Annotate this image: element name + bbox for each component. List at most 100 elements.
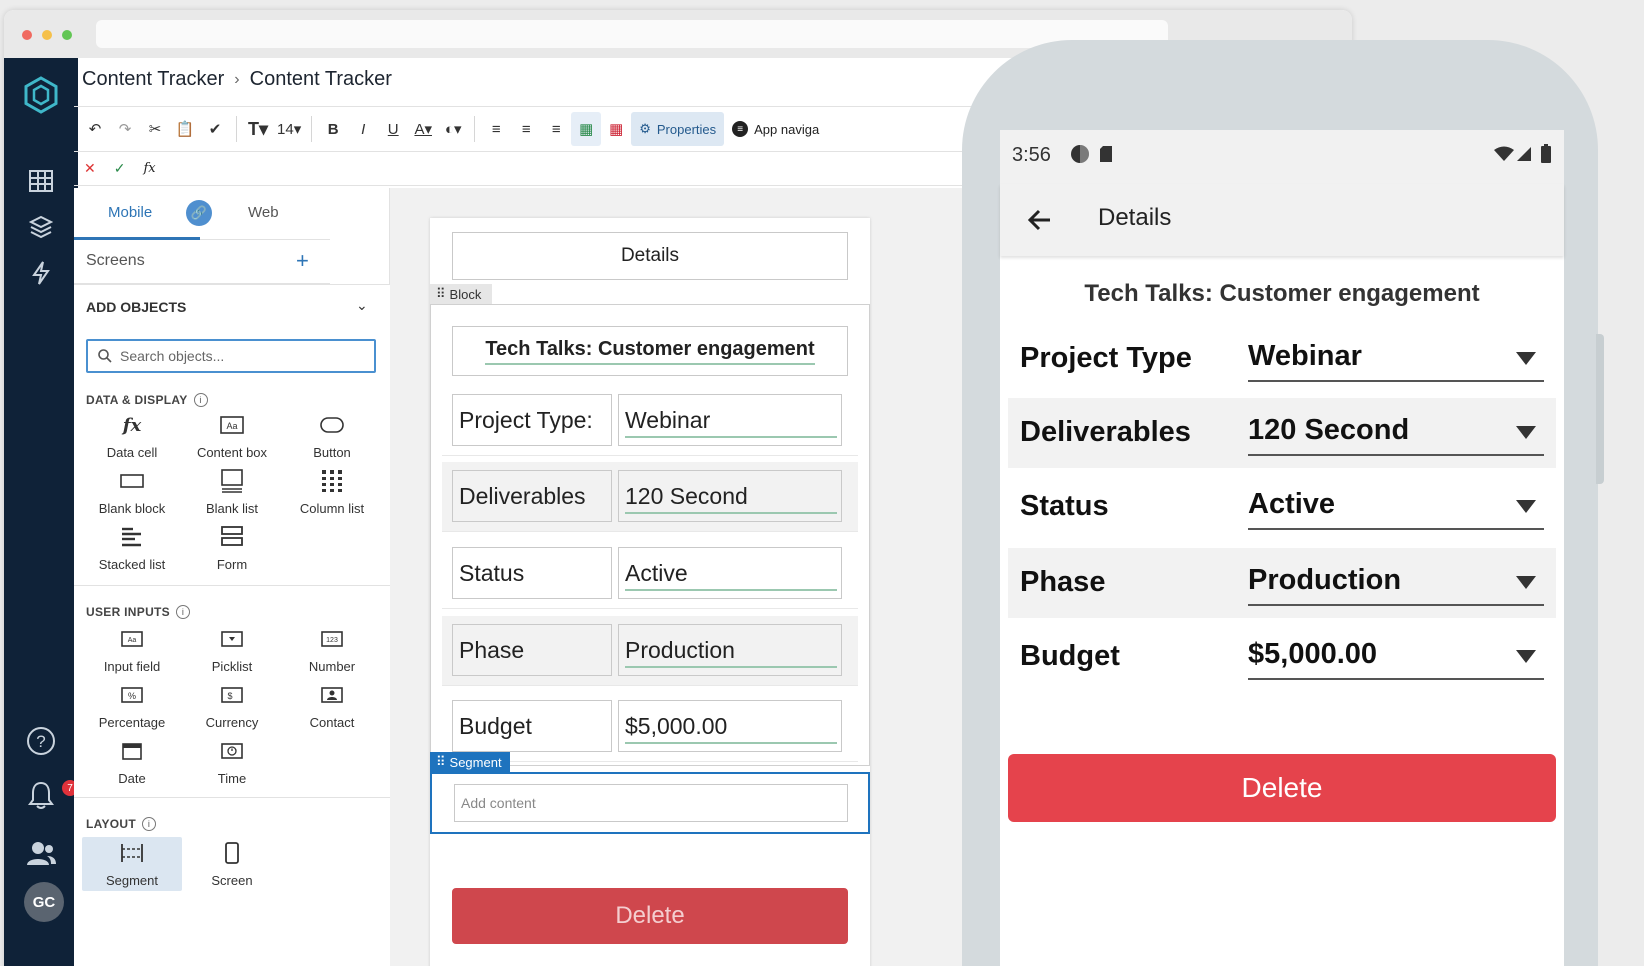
- app-logo-icon[interactable]: [20, 74, 62, 116]
- object-percentage[interactable]: % Percentage: [82, 681, 182, 730]
- object-time[interactable]: Time: [182, 737, 282, 786]
- chevron-down-icon[interactable]: ⌄: [356, 297, 368, 314]
- object-form[interactable]: Form: [182, 523, 282, 572]
- screen-title: Details: [620, 245, 680, 266]
- align-center-icon[interactable]: ≡: [511, 112, 541, 146]
- text-color-icon[interactable]: A▾: [408, 112, 438, 146]
- info-icon[interactable]: i: [142, 817, 157, 831]
- cancel-x-icon[interactable]: ✕: [84, 160, 96, 177]
- grid-icon[interactable]: [22, 162, 60, 200]
- object-content-box[interactable]: Aa Content box: [182, 411, 282, 460]
- tab-web[interactable]: Web: [248, 204, 279, 221]
- breadcrumb-parent[interactable]: Content Tracker: [82, 68, 224, 91]
- undo-icon[interactable]: ↶: [80, 112, 110, 146]
- phone-picklist[interactable]: Webinar: [1248, 340, 1544, 382]
- canvas-row[interactable]: Project Type: Webinar: [442, 386, 858, 456]
- object-picklist[interactable]: Picklist: [182, 625, 282, 674]
- segment-icon: [82, 839, 182, 867]
- segment-tag[interactable]: ⠿ Segment: [430, 752, 510, 772]
- field-label: Budget: [452, 700, 612, 752]
- object-contact[interactable]: Contact: [282, 681, 382, 730]
- back-arrow-icon[interactable]: [1022, 202, 1058, 238]
- add-screen-icon[interactable]: +: [296, 248, 309, 274]
- object-label: Blank list: [205, 501, 259, 516]
- delete-column-icon[interactable]: ▦: [601, 112, 631, 146]
- object-label: Currency: [205, 715, 259, 730]
- field-value[interactable]: 120 Second: [618, 470, 842, 522]
- button-shape-icon: [282, 411, 382, 439]
- object-column-list[interactable]: Column list: [282, 467, 382, 516]
- lightning-icon[interactable]: [22, 254, 60, 292]
- italic-icon[interactable]: I: [348, 112, 378, 146]
- contact-icon: [282, 681, 382, 709]
- info-icon[interactable]: i: [175, 605, 190, 619]
- notifications-bell-icon[interactable]: 7: [22, 776, 78, 814]
- close-window-dot[interactable]: [22, 30, 32, 40]
- address-bar[interactable]: [96, 20, 1168, 48]
- font-size-select[interactable]: 14 ▾: [273, 112, 305, 146]
- paste-icon[interactable]: 📋: [170, 112, 200, 146]
- canvas-delete-button[interactable]: Delete: [452, 888, 848, 944]
- app-navigation-button[interactable]: ≡ App naviga: [724, 112, 827, 146]
- info-icon[interactable]: i: [193, 393, 208, 407]
- dropdown-caret-icon: [1516, 352, 1536, 365]
- dropdown-caret-icon: [1516, 500, 1536, 513]
- align-right-icon[interactable]: ≡: [541, 112, 571, 146]
- link-icon[interactable]: 🔗: [186, 200, 212, 226]
- align-left-icon[interactable]: ≡: [481, 112, 511, 146]
- fill-color-icon[interactable]: ◐▾: [438, 112, 468, 146]
- object-input-field[interactable]: Aa Input field: [82, 625, 182, 674]
- screen-title-bar[interactable]: Details: [452, 232, 848, 280]
- object-label: Button: [313, 445, 351, 460]
- minimize-window-dot[interactable]: [42, 30, 52, 40]
- object-blank-block[interactable]: Blank block: [82, 467, 182, 516]
- tab-mobile[interactable]: Mobile: [108, 204, 152, 221]
- field-value[interactable]: $5,000.00: [618, 700, 842, 752]
- field-value[interactable]: Production: [618, 624, 842, 676]
- underline-icon[interactable]: U: [378, 112, 408, 146]
- object-segment[interactable]: Segment: [82, 837, 182, 891]
- add-content-input[interactable]: Add content: [454, 784, 848, 822]
- phone-picklist[interactable]: Production: [1248, 564, 1544, 606]
- object-stacked-list[interactable]: Stacked list: [82, 523, 182, 572]
- format-painter-icon[interactable]: ✔: [200, 112, 230, 146]
- cut-icon[interactable]: ✂: [140, 112, 170, 146]
- object-label: Number: [308, 659, 356, 674]
- bold-icon[interactable]: B: [318, 112, 348, 146]
- confirm-check-icon[interactable]: ✓: [114, 160, 126, 177]
- fx-icon: fx: [122, 414, 142, 436]
- field-label: Status: [452, 547, 612, 599]
- phone-picklist[interactable]: $5,000.00: [1248, 638, 1544, 680]
- object-blank-list[interactable]: Blank list: [182, 467, 282, 516]
- canvas-heading[interactable]: Tech Talks: Customer engagement: [452, 326, 848, 376]
- field-value[interactable]: Webinar: [618, 394, 842, 446]
- field-value[interactable]: Active: [618, 547, 842, 599]
- phone-field-value: 120 Second: [1248, 414, 1410, 446]
- object-data-cell[interactable]: fx Data cell: [82, 411, 182, 461]
- canvas-row[interactable]: Status Active: [442, 539, 858, 609]
- properties-button[interactable]: ⚙ Properties: [631, 112, 725, 146]
- redo-icon[interactable]: ↷: [110, 112, 140, 146]
- canvas-row[interactable]: Deliverables 120 Second: [442, 462, 858, 532]
- object-number[interactable]: 123 Number: [282, 625, 382, 674]
- users-icon[interactable]: [22, 834, 60, 872]
- block-tag[interactable]: ⠿ Block: [430, 284, 492, 304]
- maximize-window-dot[interactable]: [62, 30, 72, 40]
- font-icon[interactable]: T▾: [243, 112, 273, 146]
- help-icon[interactable]: ?: [22, 722, 60, 760]
- object-date[interactable]: Date: [82, 737, 182, 786]
- object-button[interactable]: Button: [282, 411, 382, 460]
- search-objects-input[interactable]: Search objects...: [86, 339, 376, 373]
- segment-container[interactable]: Add content: [430, 772, 870, 834]
- user-avatar[interactable]: GC: [24, 882, 64, 922]
- phone-field-label: Phase: [1020, 566, 1106, 598]
- object-currency[interactable]: $ Currency: [182, 681, 282, 730]
- phone-picklist[interactable]: 120 Second: [1248, 414, 1544, 456]
- object-screen[interactable]: Screen: [182, 839, 282, 888]
- phone-delete-button[interactable]: Delete: [1008, 754, 1556, 822]
- insert-column-icon[interactable]: ▦: [571, 112, 602, 146]
- layers-icon[interactable]: [22, 208, 60, 246]
- canvas-row[interactable]: Phase Production: [442, 616, 858, 686]
- phone-picklist[interactable]: Active: [1248, 488, 1544, 530]
- chevron-right-icon: ›: [234, 70, 240, 88]
